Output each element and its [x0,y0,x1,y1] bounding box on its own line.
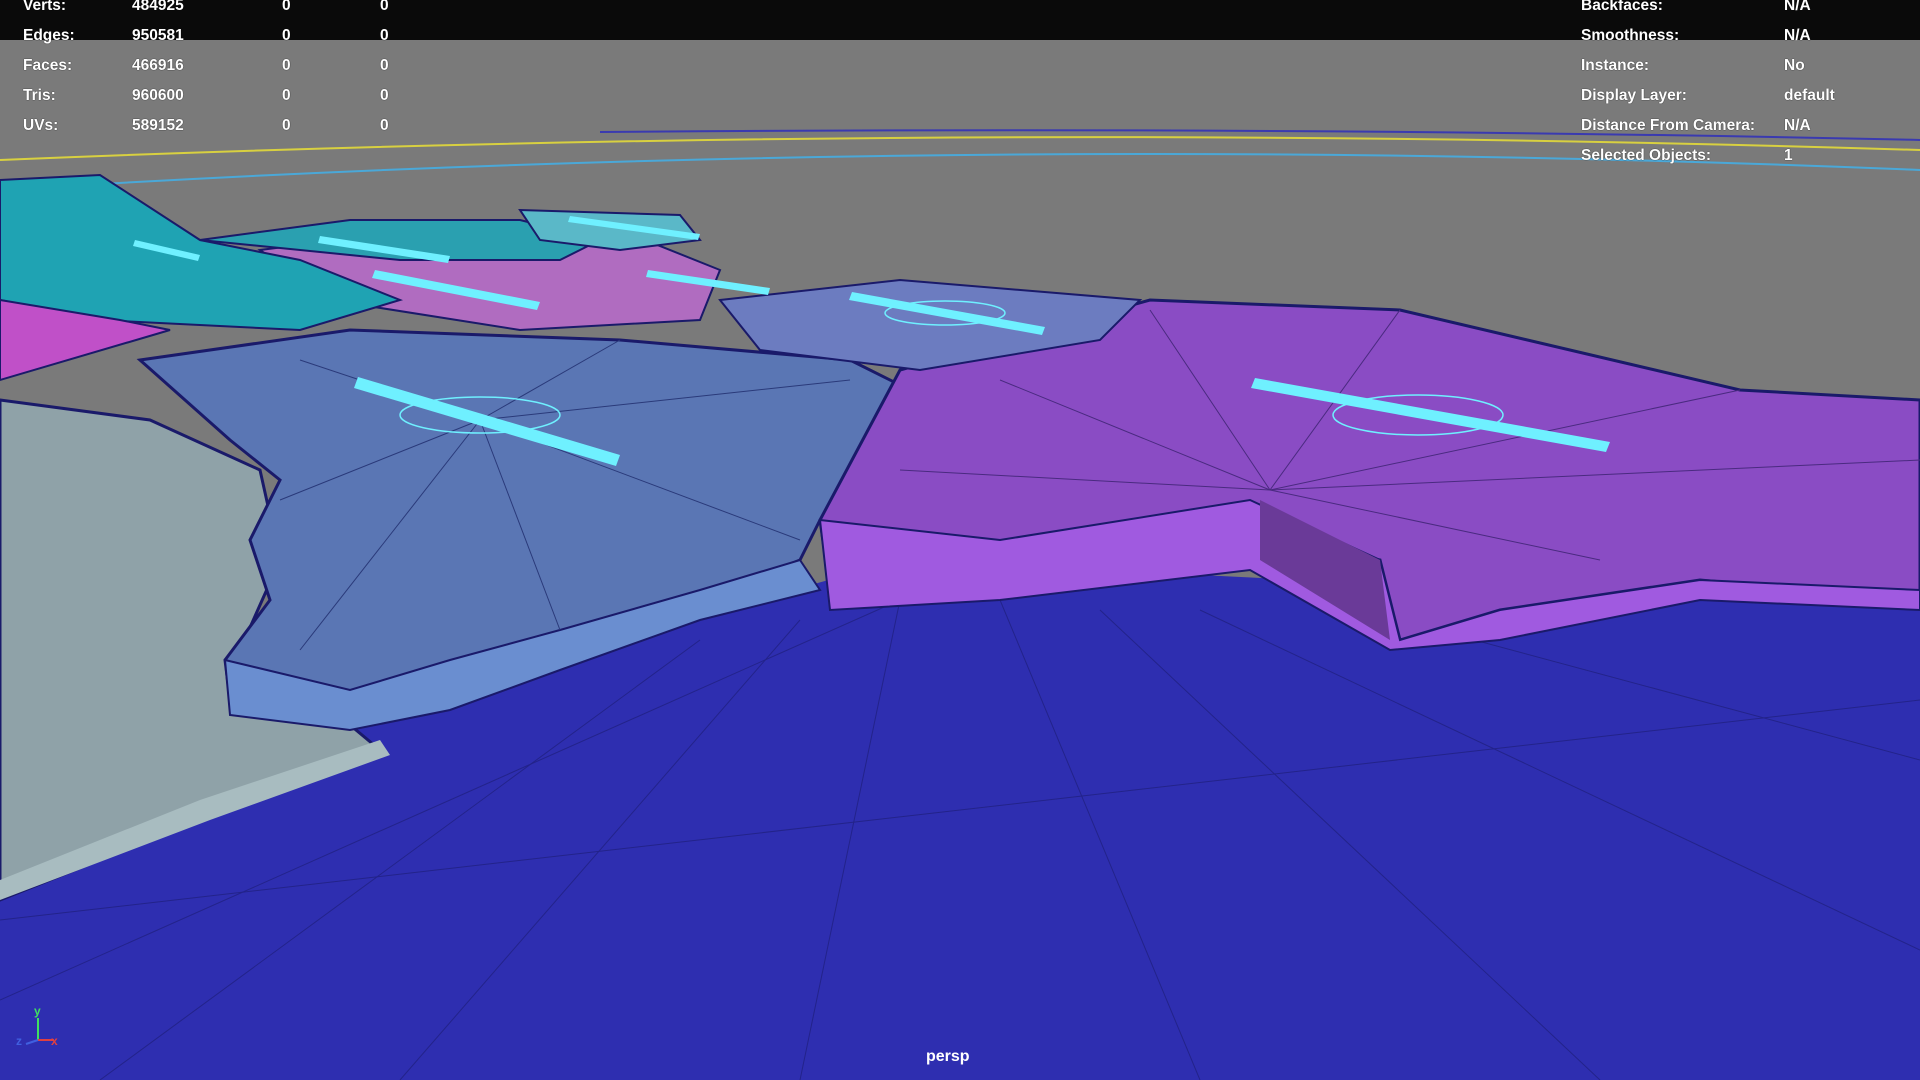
hud-value: 589152 [132,117,184,134]
hud-value: 0 [380,117,389,134]
hud-value: N/A [1784,27,1811,44]
view-axis-icon: y x z [14,1004,64,1054]
3d-viewport-persp[interactable]: Verts: 484925 0 0 Edges: 950581 0 0 Face… [0,0,1920,1080]
hud-label: Edges: [23,27,75,44]
hud-label: Smoothness: [1581,27,1680,44]
hud-value: No [1784,57,1805,74]
hud-value: 0 [282,117,291,134]
axis-x-label: x [51,1034,58,1048]
hud-label: Backfaces: [1581,0,1663,14]
hud-label: Tris: [23,87,56,104]
hud-value: 0 [282,0,291,14]
hud-label: Distance From Camera: [1581,117,1756,134]
hud-value: 0 [380,57,389,74]
hud-value: 1 [1784,147,1793,164]
hud-label: Instance: [1581,57,1650,74]
hud-label: Selected Objects: [1581,147,1712,164]
hud-value: 0 [282,87,291,104]
axis-y-label: y [34,1004,41,1018]
hud-value: 0 [380,27,389,44]
hud-value: 0 [282,27,291,44]
hud-value: 466916 [132,57,184,74]
hud-value: 484925 [132,0,184,14]
hud-value: 0 [282,57,291,74]
hud-label: UVs: [23,117,59,134]
hud-value: 0 [380,0,389,14]
hud-label: Display Layer: [1581,87,1687,104]
hud-value: 0 [380,87,389,104]
hud-value: N/A [1784,117,1811,134]
hud-value: 960600 [132,87,184,104]
hud-value: 950581 [132,27,184,44]
hud-value: default [1784,87,1835,104]
hud-label: Verts: [23,0,67,14]
camera-name-label: persp [926,1048,970,1065]
hud-value: N/A [1784,0,1811,14]
hud-label: Faces: [23,57,73,74]
axis-z-label: z [16,1034,22,1048]
